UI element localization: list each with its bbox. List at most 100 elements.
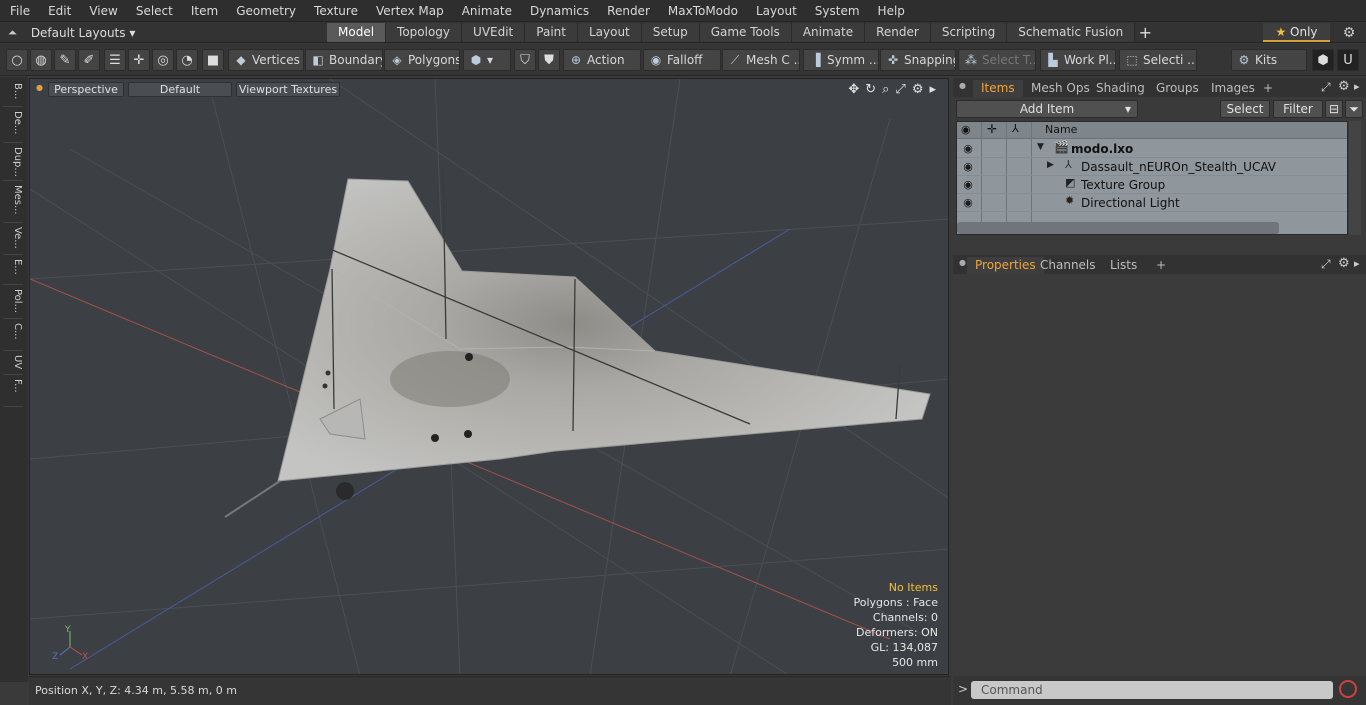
align-icon[interactable]: ☰ — [104, 49, 126, 71]
action-button[interactable]: ⊕ Action — [563, 49, 641, 71]
vtab-duplicate[interactable]: Dup... — [3, 145, 23, 181]
tab-paint[interactable]: Paint — [525, 23, 578, 42]
tree-horizontal-scrollbar[interactable] — [957, 222, 1279, 234]
filter-button[interactable]: Filter — [1273, 100, 1323, 118]
vtab-mesh-edit[interactable]: Mes... — [3, 183, 23, 223]
add-props-tab-icon[interactable]: + — [1148, 257, 1174, 274]
maximize-icon[interactable]: ⤢ — [895, 82, 905, 97]
tree-row-mesh[interactable]: ◉ ▶ ⅄ Dassault_nEUROn_Stealth_UCAV — [957, 158, 1347, 176]
tab-items[interactable]: Items — [973, 80, 1023, 97]
orbit-icon[interactable]: ↻ — [865, 82, 876, 97]
vtab-edge[interactable]: E... — [3, 257, 23, 285]
3d-viewport[interactable]: Y X Z ● Perspective Default Viewport Tex… — [29, 78, 949, 675]
collapse-icon[interactable]: ⊟ — [1325, 100, 1343, 118]
vtab-uv[interactable]: UV — [3, 353, 23, 375]
gear-icon[interactable]: ⚙ — [1340, 24, 1358, 42]
viewport-canvas[interactable]: Y X Z — [30, 79, 949, 675]
panel-arrow-icon[interactable]: ▸ — [1354, 80, 1360, 93]
props-gear-icon[interactable]: ⚙ — [1338, 256, 1350, 271]
tab-schematic-fusion[interactable]: Schematic Fusion — [1007, 23, 1136, 42]
brush-icon[interactable]: ✐ — [78, 49, 100, 71]
tree-row-directional-light[interactable]: ◉ ✹ Directional Light — [957, 194, 1347, 212]
falloff-button[interactable]: ◉ Falloff — [643, 49, 721, 71]
tab-render[interactable]: Render — [865, 23, 931, 42]
zoom-icon[interactable]: ⌕ — [882, 82, 889, 97]
panel-menu-dot-icon[interactable]: ● — [959, 81, 966, 90]
record-icon[interactable] — [1339, 680, 1357, 698]
visibility-eye-icon[interactable]: ◉ — [961, 194, 975, 212]
visibility-eye-icon[interactable]: ◉ — [961, 158, 975, 176]
add-tab-icon[interactable]: + — [1135, 23, 1155, 42]
mesh-constraint-button[interactable]: ⟋ Mesh C ... — [722, 49, 800, 71]
panel-gear-icon[interactable]: ⚙ — [1338, 79, 1350, 94]
globe-icon[interactable]: ◍ — [30, 49, 52, 71]
tab-mesh-ops[interactable]: Mesh Ops — [1023, 80, 1098, 97]
tab-groups[interactable]: Groups — [1148, 80, 1207, 97]
menu-help[interactable]: Help — [868, 0, 913, 22]
command-input[interactable]: Command — [971, 681, 1333, 699]
tab-model[interactable]: Model — [327, 23, 387, 42]
menu-animate[interactable]: Animate — [452, 0, 520, 22]
cube-icon[interactable]: ■ — [202, 49, 224, 71]
shading-selector[interactable]: Default — [128, 82, 232, 97]
play-arrow-icon[interactable]: ▸ — [929, 82, 936, 97]
selection-sets-button[interactable]: ⬚ Selecti ... — [1119, 49, 1197, 71]
ucav-model[interactable] — [224, 168, 931, 518]
circle-select-icon[interactable]: ○ — [6, 49, 28, 71]
snapping-button[interactable]: ✜ Snapping — [880, 49, 956, 71]
tab-layout[interactable]: Layout — [577, 23, 642, 42]
tab-scripting[interactable]: Scripting — [930, 23, 1008, 42]
menu-edit[interactable]: Edit — [38, 0, 79, 22]
unreal-icon[interactable]: U — [1337, 49, 1359, 71]
pen-icon[interactable]: ✎ — [54, 49, 76, 71]
tree-vertical-scrollbar[interactable] — [1349, 121, 1361, 235]
select-button[interactable]: Select — [1220, 100, 1270, 118]
tab-topology[interactable]: Topology — [386, 23, 463, 42]
pan-icon[interactable]: ✥ — [848, 82, 859, 97]
name-column-header[interactable]: Name — [1045, 123, 1077, 136]
menu-file[interactable]: File — [0, 0, 38, 22]
vtab-vertex[interactable]: Ve... — [3, 225, 23, 255]
tab-animate[interactable]: Animate — [791, 23, 866, 42]
vertices-button[interactable]: ◆ Vertices — [228, 49, 304, 71]
menu-texture[interactable]: Texture — [304, 0, 366, 22]
props-menu-dot-icon[interactable]: ● — [959, 258, 966, 267]
tab-lists[interactable]: Lists — [1102, 257, 1145, 274]
panel-expand-icon[interactable]: ⤢ — [1321, 80, 1331, 95]
perspective-selector[interactable]: Perspective — [48, 82, 124, 97]
menu-vertex-map[interactable]: Vertex Map — [366, 0, 452, 22]
menu-select[interactable]: Select — [126, 0, 181, 22]
render-cube-icon[interactable]: ⬢ — [1312, 49, 1334, 71]
work-plane-button[interactable]: ▙ Work Pl... — [1040, 49, 1116, 71]
menu-render[interactable]: Render — [597, 0, 658, 22]
menu-maxtomodo[interactable]: MaxToModo — [658, 0, 746, 22]
boundary-button[interactable]: ◧ Boundary — [305, 49, 383, 71]
funnel-icon[interactable]: ⏷ — [1345, 100, 1363, 118]
tab-shading[interactable]: Shading — [1088, 80, 1153, 97]
tab-uvedit[interactable]: UVEdit — [462, 23, 526, 42]
props-arrow-icon[interactable]: ▸ — [1354, 257, 1360, 270]
rotate-icon[interactable]: ◔ — [176, 49, 198, 71]
vtab-fusion[interactable]: F... — [3, 377, 23, 407]
menu-system[interactable]: System — [805, 0, 868, 22]
menu-layout[interactable]: Layout — [746, 0, 805, 22]
add-item-button[interactable]: Add Item ▾ — [956, 100, 1138, 118]
item-mode-button[interactable]: ⬢ ▾ — [463, 49, 511, 71]
tab-setup[interactable]: Setup — [641, 23, 700, 42]
tab-channels[interactable]: Channels — [1032, 257, 1104, 274]
expand-arrow-icon[interactable]: ▼ — [1037, 142, 1044, 152]
center-icon[interactable]: ◎ — [152, 49, 174, 71]
shield-alt-icon[interactable]: ⛊ — [538, 49, 560, 71]
kits-button[interactable]: ⚙ Kits — [1231, 49, 1307, 71]
vtab-basic[interactable]: B... — [3, 81, 23, 107]
polygons-button[interactable]: ◈ Polygons — [384, 49, 460, 71]
layout-selector[interactable]: ⏶ Default Layouts ▾ — [0, 22, 135, 43]
tree-row-scene[interactable]: ◉ ▼ 🎬 modo.lxo — [957, 140, 1347, 158]
vtab-curve[interactable]: C... — [3, 321, 23, 351]
viewport-gear-icon[interactable]: ⚙ — [912, 82, 924, 97]
tab-images[interactable]: Images — [1203, 80, 1263, 97]
menu-view[interactable]: View — [79, 0, 125, 22]
expand-arrow-icon[interactable]: ▶ — [1047, 160, 1054, 170]
props-expand-icon[interactable]: ⤢ — [1321, 257, 1331, 272]
shield-icon[interactable]: ⛉ — [514, 49, 536, 71]
